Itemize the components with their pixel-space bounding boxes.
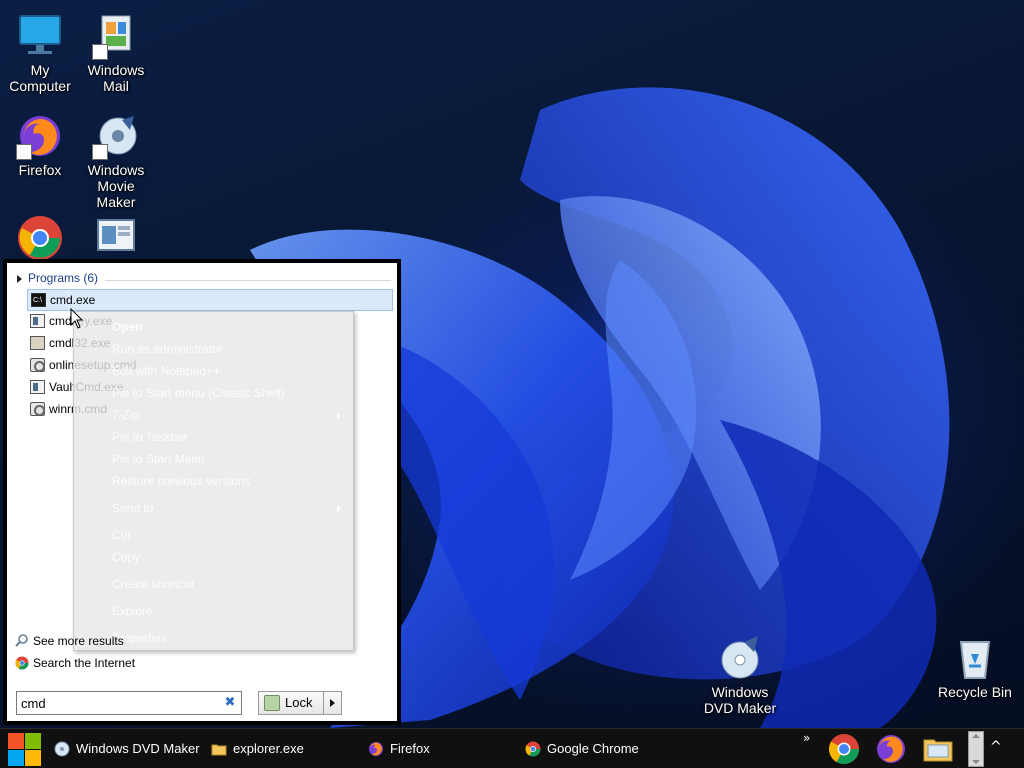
app-icon bbox=[30, 380, 45, 394]
firefox-icon bbox=[16, 112, 64, 160]
header-divider bbox=[105, 280, 391, 281]
context-menu-edit-notepad[interactable]: Edit with Notepad++ bbox=[112, 364, 220, 378]
desktop-icon-chrome[interactable] bbox=[0, 214, 80, 264]
recycle-bin-icon bbox=[951, 634, 999, 682]
taskbar-item-label: Firefox bbox=[390, 741, 430, 756]
chrome-icon bbox=[15, 656, 29, 670]
desktop-icon-label: Firefox bbox=[18, 162, 62, 178]
program-label: cmd.exe bbox=[50, 293, 96, 307]
taskbar-item-google-chrome[interactable]: Google Chrome bbox=[525, 733, 675, 765]
taskbar-item-windows-dvd-maker[interactable]: Windows DVD Maker bbox=[54, 733, 204, 765]
chrome-icon bbox=[16, 214, 64, 262]
windows-logo-icon bbox=[8, 733, 24, 749]
console-icon bbox=[31, 291, 46, 311]
submenu-arrow-icon bbox=[337, 505, 341, 513]
window-app-icon bbox=[92, 214, 140, 262]
context-menu-pin-start[interactable]: Pin to Start Menu bbox=[112, 452, 205, 466]
see-more-results-link[interactable]: See more results bbox=[15, 632, 124, 650]
windows-logo-quad bbox=[8, 750, 24, 766]
file-explorer-icon[interactable] bbox=[922, 733, 954, 765]
taskbar-item-label: explorer.exe bbox=[233, 741, 304, 756]
taskbar-item-explorer[interactable]: explorer.exe bbox=[211, 733, 361, 765]
desktop: My Computer Windows Mail Firefox Windows… bbox=[0, 0, 1024, 728]
desktop-icon-recycle-bin[interactable]: Recycle Bin bbox=[930, 634, 1020, 700]
dvd-maker-icon bbox=[716, 634, 764, 682]
lock-icon bbox=[264, 695, 280, 711]
context-menu-7zip[interactable]: 7-Zip bbox=[112, 408, 139, 422]
windows-logo-quad bbox=[25, 750, 41, 766]
see-more-label: See more results bbox=[33, 634, 124, 648]
desktop-icon-app[interactable] bbox=[76, 214, 156, 264]
scroll-down-icon bbox=[972, 760, 980, 764]
firefox-icon[interactable] bbox=[875, 733, 907, 765]
context-menu-create-shortcut[interactable]: Create shortcut bbox=[112, 577, 194, 591]
search-internet-link[interactable]: Search the Internet bbox=[15, 654, 135, 672]
windows-logo-quad bbox=[25, 733, 41, 749]
desktop-icon-label: My Computer bbox=[9, 62, 71, 94]
folder-icon bbox=[211, 744, 227, 756]
power-options-arrow-button[interactable] bbox=[324, 691, 342, 715]
movie-maker-icon bbox=[92, 112, 140, 160]
dvd-maker-icon bbox=[54, 741, 70, 757]
monitor-icon bbox=[16, 12, 64, 60]
desktop-icon-label: Windows Mail bbox=[87, 62, 145, 94]
desktop-icon-label: Windows Movie Maker bbox=[87, 162, 145, 210]
context-menu-copy[interactable]: Copy bbox=[112, 550, 140, 564]
pen-icon bbox=[30, 336, 45, 350]
context-menu-explore[interactable]: Explore bbox=[112, 604, 153, 618]
shortcut-arrow-icon bbox=[92, 144, 108, 160]
programs-header[interactable]: Programs (6) bbox=[7, 271, 391, 289]
show-hidden-icons-button[interactable]: ^ bbox=[990, 739, 1002, 755]
clear-search-icon[interactable]: ✖ bbox=[223, 696, 237, 710]
start-menu-panel: Programs (6) cmd.exe cmdkey.exe cmdl32.e… bbox=[7, 263, 397, 721]
desktop-icon-label: Windows DVD Maker bbox=[703, 684, 777, 716]
search-input[interactable] bbox=[17, 692, 217, 714]
context-menu-restore-versions[interactable]: Restore previous versions bbox=[112, 474, 251, 488]
chrome-icon[interactable] bbox=[828, 733, 860, 765]
context-menu-pin-classic-shell[interactable]: Pin to Start menu (Classic Shell) bbox=[112, 386, 285, 400]
expand-triangle-icon bbox=[17, 274, 22, 283]
context-menu-send-to[interactable]: Send to bbox=[112, 501, 153, 515]
context-menu-run-as-admin[interactable]: Run as administrator bbox=[112, 342, 223, 356]
lock-button[interactable]: Lock bbox=[258, 691, 324, 715]
start-button[interactable] bbox=[6, 731, 42, 767]
magnifier-icon bbox=[15, 634, 28, 647]
shortcut-arrow-icon bbox=[16, 144, 32, 160]
desktop-icon-windows-dvd-maker[interactable]: Windows DVD Maker bbox=[700, 634, 780, 716]
taskbar-item-label: Google Chrome bbox=[547, 741, 639, 756]
context-menu-pin-taskbar[interactable]: Pin to Taskbar bbox=[112, 430, 188, 444]
mouse-pointer-icon bbox=[70, 308, 84, 329]
app-icon bbox=[30, 314, 45, 328]
taskbar-item-firefox[interactable]: Firefox bbox=[368, 733, 518, 765]
search-box[interactable]: ✖ bbox=[16, 691, 242, 715]
gear-script-icon bbox=[30, 358, 45, 372]
tray-scrollbar[interactable] bbox=[968, 731, 984, 767]
taskbar: Windows DVD Maker explorer.exe Firefox G… bbox=[0, 728, 1024, 768]
firefox-icon bbox=[369, 742, 383, 756]
shortcut-arrow-icon bbox=[92, 44, 108, 60]
mail-icon bbox=[92, 12, 140, 60]
context-menu: Open Run as administrator Edit with Note… bbox=[73, 311, 354, 651]
context-menu-cut[interactable]: Cut bbox=[112, 528, 131, 542]
scroll-up-icon bbox=[972, 734, 980, 738]
chrome-icon bbox=[525, 741, 541, 757]
start-menu: Programs (6) cmd.exe cmdkey.exe cmdl32.e… bbox=[3, 259, 401, 725]
desktop-icon-windows-movie-maker[interactable]: Windows Movie Maker bbox=[76, 112, 156, 210]
taskbar-item-label: Windows DVD Maker bbox=[76, 741, 200, 756]
desktop-icon-my-computer[interactable]: My Computer bbox=[0, 12, 80, 94]
taskbar-overflow-chevron[interactable]: » bbox=[803, 731, 810, 745]
lock-label: Lock bbox=[285, 695, 313, 710]
context-menu-open[interactable]: Open bbox=[112, 320, 143, 334]
desktop-icon-label: Recycle Bin bbox=[938, 684, 1012, 700]
programs-header-label: Programs (6) bbox=[28, 271, 99, 285]
gear-script-icon bbox=[30, 402, 45, 416]
desktop-icon-windows-mail[interactable]: Windows Mail bbox=[76, 12, 156, 94]
desktop-icon-firefox[interactable]: Firefox bbox=[0, 112, 80, 178]
search-internet-label: Search the Internet bbox=[33, 656, 136, 670]
submenu-arrow-icon bbox=[337, 412, 341, 420]
